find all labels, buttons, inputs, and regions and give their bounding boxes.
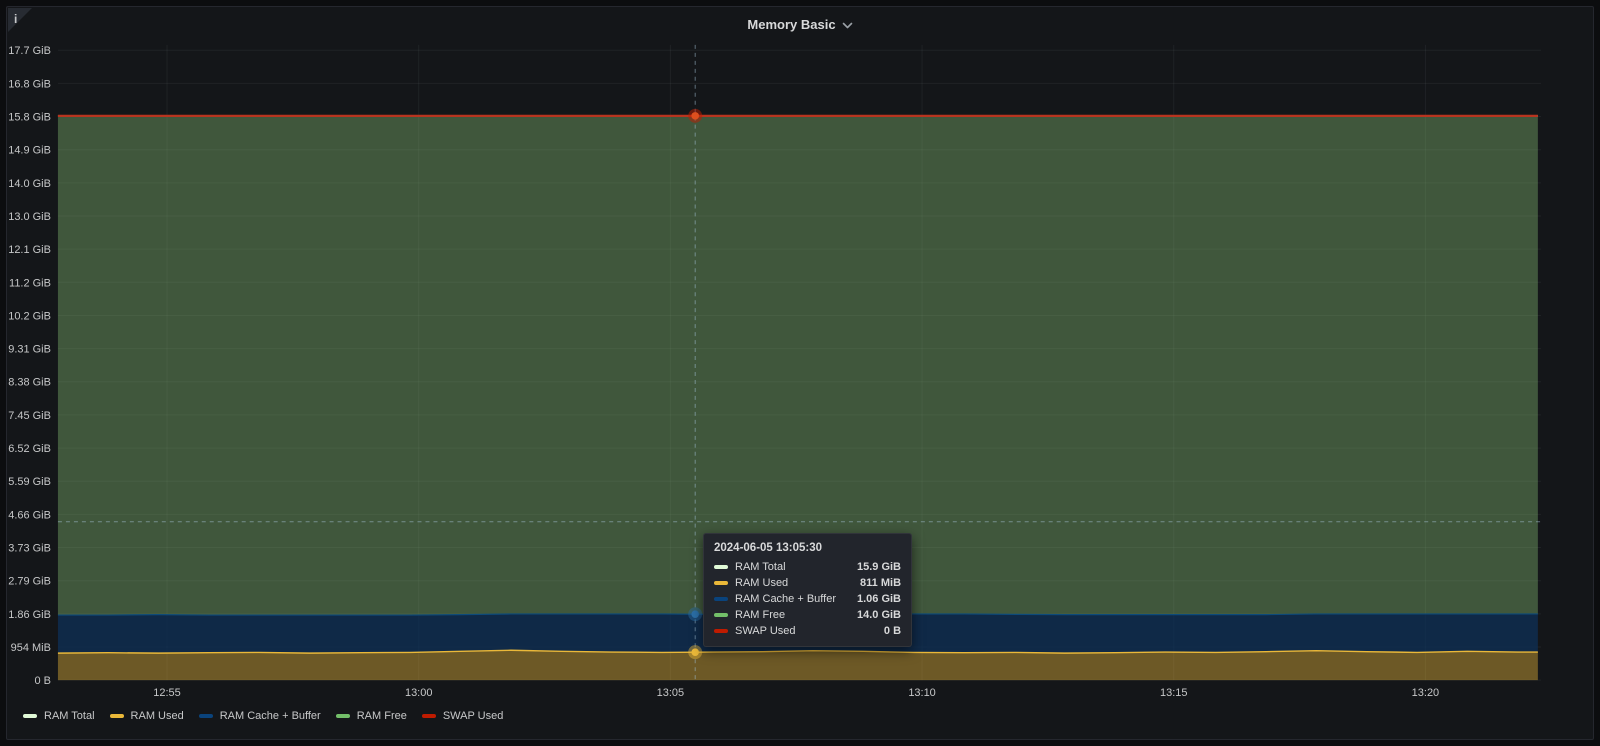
- tooltip-series-name: RAM Total: [735, 561, 850, 573]
- legend-item-ram-total[interactable]: RAM Total: [23, 710, 95, 722]
- y-axis-tick-label: 5.59 GiB: [8, 476, 51, 488]
- tooltip-row-ram-total: RAM Total 15.9 GiB: [714, 561, 901, 573]
- y-axis-tick-label: 13.0 GiB: [8, 211, 51, 223]
- y-axis-tick-label: 4.66 GiB: [8, 509, 51, 521]
- y-axis-tick-label: 8.38 GiB: [8, 377, 51, 389]
- series-color-swatch: [714, 613, 728, 617]
- series-color-swatch: [714, 629, 728, 633]
- legend-color-swatch: [336, 714, 350, 718]
- y-axis-tick-label: 9.31 GiB: [8, 344, 51, 356]
- y-axis-tick-label: 16.8 GiB: [8, 78, 51, 90]
- y-axis-tick-label: 15.8 GiB: [8, 112, 51, 124]
- legend-label: RAM Free: [357, 710, 407, 722]
- tooltip-row-ram-free: RAM Free 14.0 GiB: [714, 609, 901, 621]
- tooltip-row-swap-used: SWAP Used 0 B: [714, 625, 901, 637]
- series-color-swatch: [714, 565, 728, 569]
- legend-color-swatch: [23, 714, 37, 718]
- y-axis-tick-label: 12.1 GiB: [8, 244, 51, 256]
- y-axis-tick-label: 11.2 GiB: [9, 277, 51, 289]
- legend-label: RAM Total: [44, 710, 95, 722]
- series-color-swatch: [714, 597, 728, 601]
- y-axis-tick-label: 7.45 GiB: [8, 410, 51, 422]
- y-axis-tick-label: 1.86 GiB: [8, 609, 51, 621]
- y-axis-tick-label: 10.2 GiB: [8, 310, 51, 322]
- legend-label: RAM Cache + Buffer: [220, 710, 321, 722]
- tooltip-timestamp: 2024-06-05 13:05:30: [714, 542, 901, 554]
- legend-item-ram-free[interactable]: RAM Free: [336, 710, 407, 722]
- ram-used-area: [58, 650, 1538, 680]
- legend-item-ram-used[interactable]: RAM Used: [110, 710, 184, 722]
- y-axis-tick-label: 6.52 GiB: [8, 443, 51, 455]
- x-axis-tick-label: 13:00: [405, 687, 432, 699]
- y-axis-tick-label: 17.7 GiB: [8, 45, 51, 57]
- x-axis-tick-label: 13:15: [1160, 687, 1187, 699]
- x-axis-tick-label: 13:20: [1412, 687, 1439, 699]
- tooltip-series-value: 811 MiB: [860, 577, 901, 589]
- tooltip-series-value: 0 B: [884, 625, 901, 637]
- tooltip-row-ram-cache-buffer: RAM Cache + Buffer 1.06 GiB: [714, 593, 901, 605]
- hover-point-ram-cache-buffer: [691, 610, 699, 618]
- legend-color-swatch: [422, 714, 436, 718]
- legend-label: RAM Used: [131, 710, 184, 722]
- legend: RAM Total RAM Used RAM Cache + Buffer RAM F…: [23, 707, 503, 725]
- legend-item-ram-cache-buffer[interactable]: RAM Cache + Buffer: [199, 710, 321, 722]
- y-axis-tick-label: 2.79 GiB: [8, 576, 51, 588]
- tooltip-row-ram-used: RAM Used 811 MiB: [714, 577, 901, 589]
- y-axis-tick-label: 14.9 GiB: [8, 145, 51, 157]
- y-axis-tick-label: 0 B: [34, 675, 50, 687]
- legend-color-swatch: [110, 714, 124, 718]
- legend-label: SWAP Used: [443, 710, 504, 722]
- y-axis-tick-label: 14.0 GiB: [8, 178, 51, 190]
- tooltip-series-value: 1.06 GiB: [857, 593, 901, 605]
- hover-point-swap-used: [691, 112, 699, 120]
- x-axis-tick-label: 13:10: [908, 687, 935, 699]
- hover-point-ram-used: [691, 648, 699, 656]
- y-axis-tick-label: 954 MiB: [11, 642, 51, 654]
- x-axis-tick-label: 12:55: [153, 687, 180, 699]
- y-axis-tick-label: 3.73 GiB: [8, 543, 51, 555]
- tooltip: 2024-06-05 13:05:30 RAM Total15.9 GiBRAM…: [703, 533, 912, 647]
- legend-item-swap-used[interactable]: SWAP Used: [422, 710, 504, 722]
- legend-color-swatch: [199, 714, 213, 718]
- tooltip-series-value: 14.0 GiB: [857, 609, 901, 621]
- tooltip-series-name: RAM Free: [735, 609, 850, 621]
- x-axis-tick-label: 13:05: [657, 687, 684, 699]
- tooltip-series-name: SWAP Used: [735, 625, 877, 637]
- series-color-swatch: [714, 581, 728, 585]
- tooltip-series-value: 15.9 GiB: [857, 561, 901, 573]
- tooltip-series-name: RAM Used: [735, 577, 853, 589]
- memory-basic-panel: i Memory Basic 17.7 GiB16.8 GiB15.8 GiB1…: [6, 6, 1594, 740]
- tooltip-series-name: RAM Cache + Buffer: [735, 593, 850, 605]
